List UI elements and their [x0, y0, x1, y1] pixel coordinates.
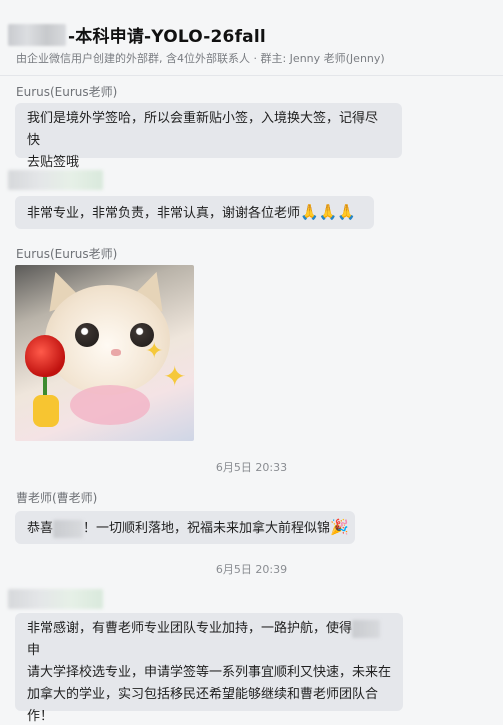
timestamp: 6月5日 20:33: [215, 461, 288, 474]
message-text-line: 请大学择校选专业，申请学签等一系列事宜顺利又快速，未来在: [27, 665, 392, 680]
chat-title: -本科申请-YOLO-26fall: [68, 27, 266, 47]
party-popper-icon: 🎉: [330, 518, 349, 536]
message-text-line: 加拿大的学业，实习包括移民还希望能够继续和曹老师团队合: [27, 687, 379, 702]
redacted-sender: [8, 589, 103, 609]
redacted-name: [53, 519, 84, 538]
redacted-name: [352, 619, 381, 638]
thumb-hand-icon: [33, 395, 59, 427]
timestamp: 6月5日 20:39: [215, 563, 288, 576]
message-bubble[interactable]: 恭喜 ！一切顺利落地，祝福未来加拿大前程似锦🎉: [15, 511, 355, 544]
chat-subtitle: 由企业微信用户创建的外部群, 含4位外部联系人 · 群主: Jenny 老师(J…: [16, 52, 385, 65]
chat-header: -本科申请-YOLO-26fall 由企业微信用户创建的外部群, 含4位外部联系…: [0, 0, 503, 76]
message-text-line: 非常感谢，有曹老师专业团队专业加持，一路护航，使得申: [27, 618, 391, 662]
sparkle-icon: ✦: [145, 339, 164, 364]
message-text-prefix: 恭喜: [27, 521, 54, 536]
cat-eye: [75, 323, 99, 347]
chat-title-row[interactable]: -本科申请-YOLO-26fall: [8, 22, 266, 47]
message-sender[interactable]: Eurus(Eurus老师): [16, 245, 117, 262]
message-text-line: 作！: [27, 709, 54, 724]
message-bubble[interactable]: 非常专业，非常负责，非常认真，谢谢各位老师🙏🙏🙏: [15, 196, 374, 229]
rose-icon: [25, 335, 65, 377]
message-text: 非常感谢，有曹老师专业团队专业加持，一路护航，使得: [27, 621, 353, 636]
redacted-sender: [8, 170, 103, 190]
pray-emoji-icon: 🙏🙏🙏: [300, 203, 357, 221]
message-bubble[interactable]: 非常感谢，有曹老师专业团队专业加持，一路护航，使得申 请大学择校选专业，申请学签…: [15, 613, 403, 724]
message-text-line: 我们是境外学签哈，所以会重新贴小签，入境换大签，记得尽快: [27, 111, 379, 148]
message-sender[interactable]: 曹老师(曹老师): [16, 489, 97, 506]
message-text: ！一切顺利落地，祝福未来加拿大前程似锦: [83, 521, 331, 536]
message-text: 申: [27, 643, 41, 658]
sparkle-icon: ✦: [163, 360, 187, 393]
message-text: 非常专业，非常负责，非常认真，谢谢各位老师: [27, 206, 301, 221]
message-bubble[interactable]: 我们是境外学签哈，所以会重新贴小签，入境换大签，记得尽快 去贴签哦: [15, 103, 402, 170]
pink-decoration: [70, 385, 150, 425]
redacted-name: [8, 23, 66, 46]
cat-sticker-image[interactable]: ✦ ✦: [15, 265, 194, 441]
message-sender[interactable]: Eurus(Eurus老师): [16, 83, 117, 100]
cat-nose: [111, 349, 121, 356]
